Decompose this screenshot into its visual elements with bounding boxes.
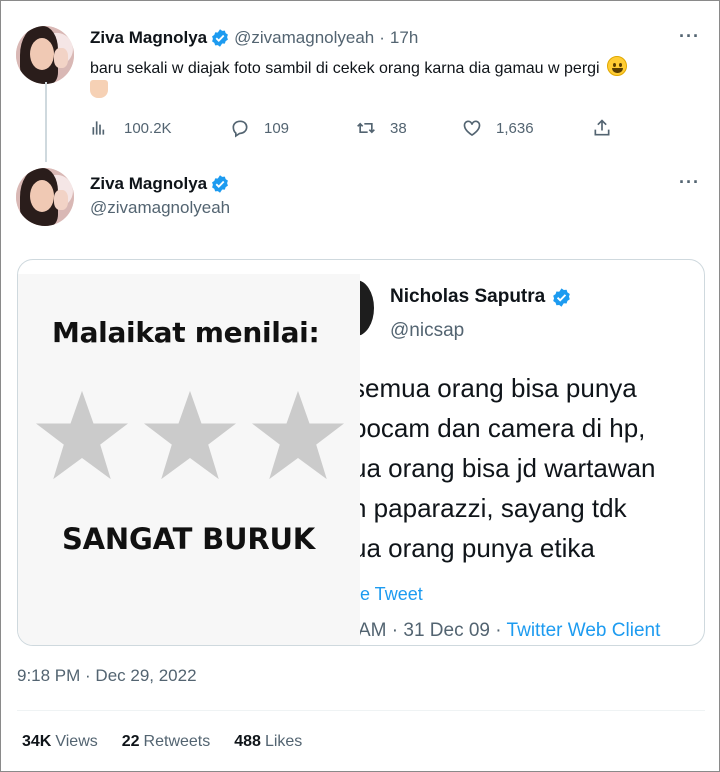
avatar[interactable] [16,26,74,84]
quoted-author-name: Nicholas Saputra [390,286,546,307]
quoted-line: ua orang punya etika [360,533,595,563]
quoted-author-handle: @nicsap [390,320,465,341]
meme-verdict: SANGAT BURUK [62,522,316,556]
share-button[interactable] [592,118,626,138]
likes-count: 488 [234,733,261,750]
views-stat[interactable]: 34K Views [22,733,98,751]
like-count: 1,636 [496,119,534,137]
quoted-avatar [360,280,374,336]
retweets-stat[interactable]: 22 Retweets [122,733,211,751]
author-name[interactable]: Ziva Magnolya [90,28,207,48]
reply-tweet[interactable]: Ziva Magnolya @zivamagnolyeah ··· [16,166,706,246]
tweet-age[interactable]: 17h [390,28,418,48]
quoted-line: n paparazzi, sayang tdk [360,493,627,523]
reply-count: 109 [264,119,290,137]
verified-badge-icon [212,175,229,193]
heart-icon [463,120,481,137]
thumbs-down-emoji-icon [90,80,108,98]
author-handle[interactable]: @zivamagnolyeah [234,28,374,48]
quoted-line: ua orang bisa jd wartawan [360,453,656,483]
quoted-line: semua orang bisa punya [360,373,637,403]
tweet-image[interactable]: Malaikat menilai: SANGAT BURUK Nicholas … [17,259,705,646]
retweet-icon [357,122,375,134]
quoted-tweet-screenshot: Nicholas Saputra @nicsap semua orang bis… [360,260,704,645]
like-button[interactable]: 1,636 [462,118,592,138]
share-icon [594,119,610,136]
star-icon [144,390,236,480]
retweets-label: Retweets [143,733,211,750]
quoted-tweet-meta: AM · 31 Dec 09 · Twitter Web Client [360,620,660,642]
views-label: Views [55,733,98,750]
star-icon [252,390,344,480]
tweet-text: baru sekali w diajak foto sambil di ceke… [90,56,700,102]
views-count: 100.2K [124,119,172,137]
tweet-timestamp[interactable]: 9:18 PM · Dec 29, 2022 [17,666,197,686]
retweet-count: 38 [390,119,407,137]
tweet-stats: 34K Views 22 Retweets 488 Likes [22,733,326,751]
quoted-timestamp: AM · 31 Dec 09 · [360,620,507,641]
more-options-icon[interactable]: ··· [679,26,700,47]
likes-stat[interactable]: 488 Likes [234,733,302,751]
reply-icon [232,120,248,138]
views-count: 34K [22,733,52,750]
retweets-count: 22 [121,733,140,750]
more-options-icon[interactable]: ··· [679,172,700,193]
avatar[interactable] [16,168,74,226]
tweet-text-content: baru sekali w diajak foto sambil di ceke… [90,60,600,77]
analytics-icon [92,121,105,135]
divider [17,710,705,711]
quoted-client: Twitter Web Client [506,620,661,641]
reply-button[interactable]: 109 [230,118,356,138]
quoted-tweet-text: semua orang bisa punya pocam dan camera … [360,368,704,568]
likes-label: Likes [264,733,303,750]
rating-stars [32,389,352,489]
star-icon [36,390,128,480]
tweet-actions: 100.2K 109 38 1,636 [90,116,630,140]
meme-heading: Malaikat menilai: [52,316,320,349]
thread-connector [45,82,47,162]
verified-badge-icon [212,29,229,47]
retweet-button[interactable]: 38 [356,118,462,138]
smiling-face-emoji-icon [607,56,628,76]
tweet-header: Ziva Magnolya [90,172,234,196]
author-handle[interactable]: @zivamagnolyeah [90,198,230,218]
tweet[interactable]: Ziva Magnolya @zivamagnolyeah · 17h ··· … [16,20,706,160]
tweet-header: Ziva Magnolya @zivamagnolyeah · 17h [90,26,418,50]
quoted-line: pocam dan camera di hp, [360,413,646,443]
verified-badge-icon [553,287,571,307]
see-tweet-link: e Tweet [360,584,423,604]
author-name[interactable]: Ziva Magnolya [90,174,207,194]
views-button[interactable]: 100.2K [90,118,230,138]
separator-dot: · [379,28,385,47]
rating-meme-panel: Malaikat menilai: SANGAT BURUK [18,274,360,645]
quoted-author: Nicholas Saputra [390,286,576,308]
